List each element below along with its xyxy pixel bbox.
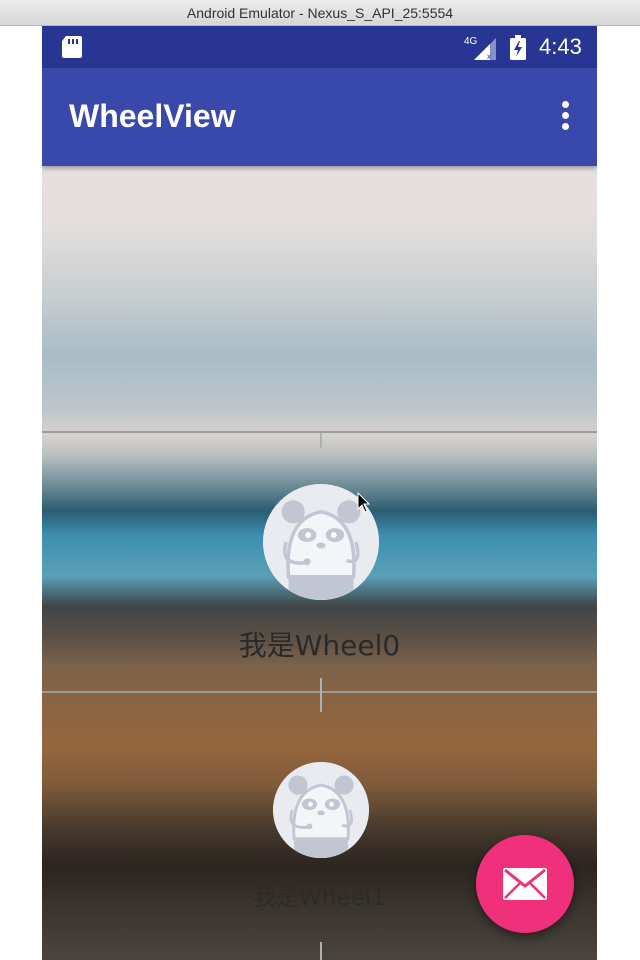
wheel-item-0[interactable]: 我是Wheel0 — [42, 484, 597, 664]
bottom-tick — [320, 942, 322, 960]
more-vert-icon[interactable] — [550, 98, 580, 138]
svg-text:4G: 4G — [464, 36, 478, 47]
email-icon — [503, 868, 547, 900]
selection-top-tick — [320, 433, 322, 448]
signal-4g-icon: 4G x — [464, 36, 496, 60]
app-title: WheelView — [69, 98, 236, 134]
selection-bottom-tick — [320, 678, 322, 712]
status-bar: 4G x 4:43 — [42, 26, 597, 68]
device-screen: 4G x 4:43 WheelView 我是Wheel0 我是Wheel1 — [42, 26, 597, 960]
panda-avatar-icon — [273, 762, 369, 858]
emulator-window-title: Android Emulator - Nexus_S_API_25:5554 — [0, 0, 640, 26]
wheel-item-label: 我是Wheel0 — [238, 629, 401, 662]
svg-text:x: x — [487, 52, 491, 60]
battery-charging-icon — [510, 35, 526, 60]
mouse-cursor-icon — [357, 492, 371, 513]
app-toolbar: WheelView — [42, 68, 597, 166]
email-fab-button[interactable] — [476, 835, 574, 933]
status-time: 4:43 — [539, 34, 582, 59]
sd-card-icon — [62, 36, 82, 58]
